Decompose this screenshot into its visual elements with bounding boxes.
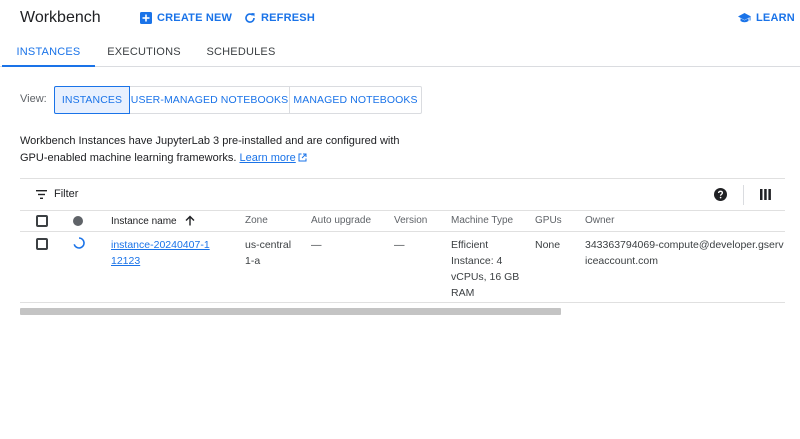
school-icon (738, 12, 751, 22)
toolbar-divider (743, 185, 744, 205)
tab-bar: INSTANCES EXECUTIONS SCHEDULES (0, 38, 800, 67)
column-display-icon[interactable] (760, 189, 771, 200)
column-header-machine-type[interactable]: Machine Type (451, 215, 513, 226)
instance-name-cell: instance-20240407-112123 (111, 237, 211, 269)
create-new-label: CREATE NEW (157, 12, 233, 24)
column-header-instance-name[interactable]: Instance name (111, 215, 195, 227)
column-header-version[interactable]: Version (394, 215, 427, 226)
table-toolbar: Filter (20, 178, 785, 211)
view-label: View: (20, 93, 47, 105)
learn-label: LEARN (756, 12, 795, 24)
auto-upgrade-cell: — (311, 239, 322, 251)
create-new-button[interactable]: CREATE NEW (140, 12, 232, 24)
loading-spinner-icon (73, 237, 85, 249)
table-row: instance-20240407-112123 us-central1-a —… (20, 232, 785, 303)
arrow-upward-icon[interactable] (185, 215, 195, 226)
tab-executions[interactable]: EXECUTIONS (100, 38, 188, 67)
description: Workbench Instances have JupyterLab 3 pr… (20, 133, 410, 167)
app-header: Workbench CREATE NEW REFRESH LEARN (0, 0, 800, 38)
refresh-button[interactable]: REFRESH (244, 12, 315, 24)
table-header: Instance name Zone Auto upgrade Version … (20, 211, 785, 232)
view-option-user-managed-notebooks[interactable]: USER-MANAGED NOTEBOOKS (130, 86, 290, 114)
refresh-label: REFRESH (261, 12, 315, 24)
view-option-instances[interactable]: INSTANCES (54, 86, 130, 114)
page-title: Workbench (20, 9, 101, 26)
status-header-icon (73, 216, 83, 226)
open-in-new-icon (298, 153, 307, 162)
machine-type-cell: Efficient Instance: 4 vCPUs, 16 GB RAM (451, 239, 520, 299)
column-header-auto-upgrade[interactable]: Auto upgrade (311, 215, 371, 226)
description-text: Workbench Instances have JupyterLab 3 pr… (20, 135, 400, 164)
refresh-icon (245, 13, 255, 23)
instance-name-link[interactable]: instance-20240407-112123 (111, 239, 210, 267)
learn-button[interactable]: LEARN (738, 12, 795, 24)
zone-cell: us-central1-a (245, 239, 292, 267)
column-header-zone[interactable]: Zone (245, 215, 268, 226)
gpus-cell: None (535, 239, 561, 251)
horizontal-scrollbar[interactable] (20, 308, 561, 315)
row-checkbox[interactable] (36, 238, 48, 250)
filter-label: Filter (54, 188, 79, 200)
tab-schedules[interactable]: SCHEDULES (198, 38, 284, 67)
filter-list-icon (36, 189, 47, 199)
view-option-managed-notebooks[interactable]: MANAGED NOTEBOOKS (290, 86, 422, 114)
column-header-owner[interactable]: Owner (585, 215, 614, 226)
filter-button[interactable]: Filter (36, 188, 78, 200)
tab-instances[interactable]: INSTANCES (2, 38, 95, 67)
select-all-checkbox[interactable] (36, 215, 48, 227)
version-cell: — (394, 239, 405, 251)
learn-more-label: Learn more (239, 152, 296, 164)
add-box-icon (140, 12, 152, 24)
owner-cell: 343363794069-compute@developer.gservicea… (585, 239, 784, 267)
column-header-instance-name-label: Instance name (111, 216, 177, 227)
help-icon[interactable] (714, 188, 727, 201)
column-header-gpus[interactable]: GPUs (535, 215, 562, 226)
learn-more-link[interactable]: Learn more (240, 152, 307, 164)
